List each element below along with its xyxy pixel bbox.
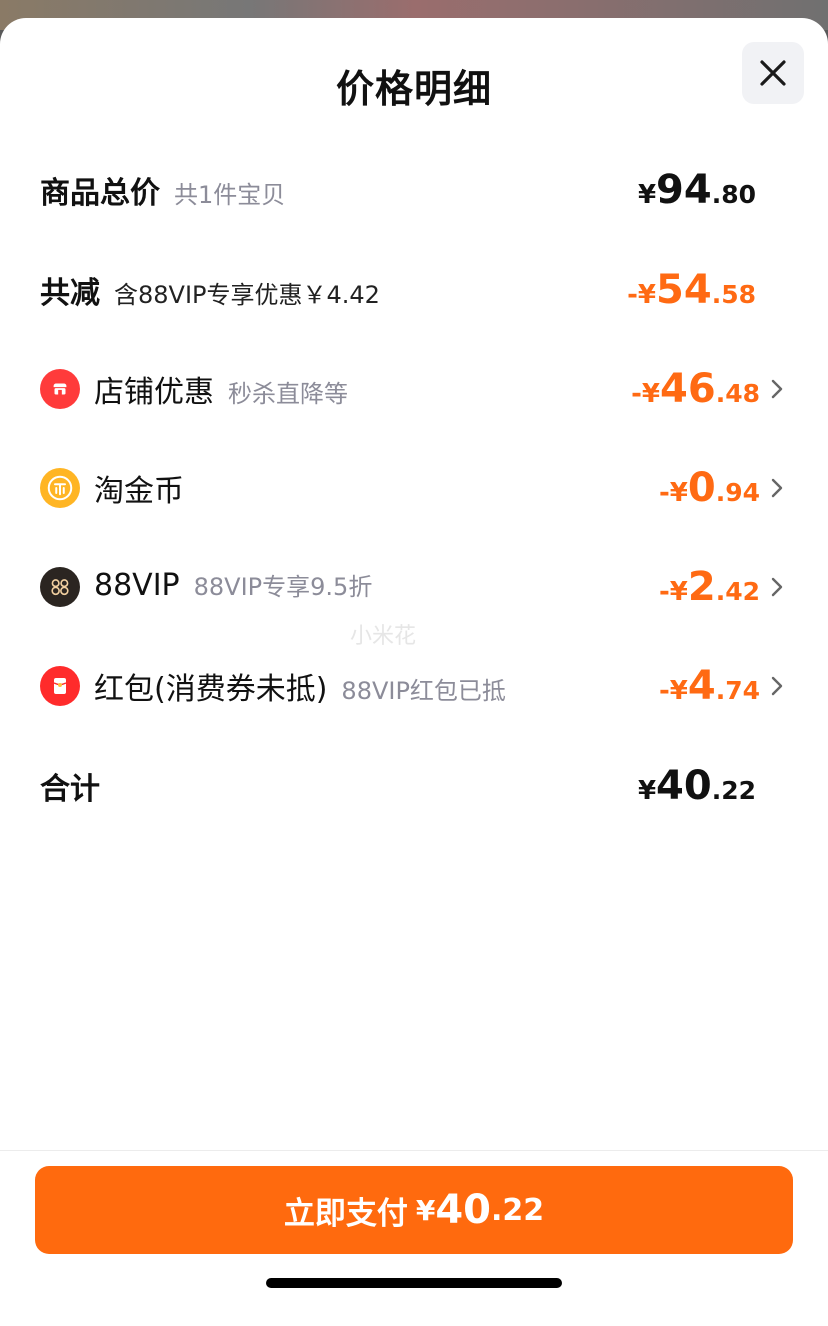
row-sum-total: 合计 ¥40.22 [40,758,788,814]
pay-now-amount-int: 40 [435,1187,491,1233]
tao-coins-label: 淘金币 [94,474,184,509]
vip88-note: 88VIP专享9.5折 [193,573,373,601]
chevron-right-icon [770,477,788,499]
row-red-packet[interactable]: 红包(消费券未抵) 88VIP红包已抵 -¥ 4.74 [40,658,788,714]
sum-total-amount: ¥40.22 [637,763,756,809]
sheet-title: 价格明细 [335,67,492,111]
vip88-label: 88VIP [94,568,180,603]
close-button[interactable] [742,42,804,104]
total-discount-note: 含88VIP专享优惠￥4.42 [114,281,380,309]
red-packet-label: 红包(消费券未抵) [94,672,328,707]
pay-now-button[interactable]: 立即支付 ¥ 40 .22 [35,1166,793,1254]
sum-total-label: 合计 [40,772,100,807]
total-discount-amount: -¥ 54.58 [627,267,756,313]
shop-discount-amount: -¥ 46.48 [631,366,760,412]
row-88vip[interactable]: 88VIP 88VIP专享9.5折 -¥ 2.42 [40,559,788,615]
goods-total-count: 共1件宝贝 [174,181,286,209]
shop-discount-label: 店铺优惠 [94,375,214,410]
red-packet-note: 88VIP红包已抵 [341,677,506,705]
pay-now-currency: ¥ [415,1193,436,1227]
pay-now-label: 立即支付 [283,1195,408,1232]
row-goods-total: 商品总价 共1件宝贝 ¥94.80 [40,162,788,218]
total-discount-label: 共减 [40,276,100,311]
home-indicator [266,1278,562,1288]
chevron-right-icon [770,675,788,697]
row-shop-discount[interactable]: 店铺优惠 秒杀直降等 -¥ 46.48 [40,361,788,417]
footer-divider [0,1150,828,1151]
goods-total-amount: ¥94.80 [637,167,756,213]
pay-now-amount-dec: .22 [491,1192,545,1228]
watermark: 小米花 [350,624,417,649]
tao-coins-amount: -¥ 0.94 [658,465,760,511]
red-packet-amount: -¥ 4.74 [658,663,760,709]
row-total-discount: 共减 含88VIP专享优惠￥4.42 -¥ 54.58 [40,262,788,318]
red-packet-icon [40,666,80,706]
chevron-right-icon [770,378,788,400]
close-icon [760,60,786,86]
shop-discount-note: 秒杀直降等 [228,380,348,408]
chevron-right-icon [770,576,788,598]
row-tao-coins[interactable]: 淘金币 -¥ 0.94 [40,460,788,516]
goods-total-label: 商品总价 [40,176,160,211]
coin-icon [40,468,80,508]
vip88-icon [40,567,80,607]
vip88-amount: -¥ 2.42 [658,564,760,610]
shop-coupon-icon [40,369,80,409]
price-detail-sheet: 价格明细 商品总价 共1件宝贝 ¥94.80 共减 含88VIP专享优惠￥4.4… [0,18,828,1326]
